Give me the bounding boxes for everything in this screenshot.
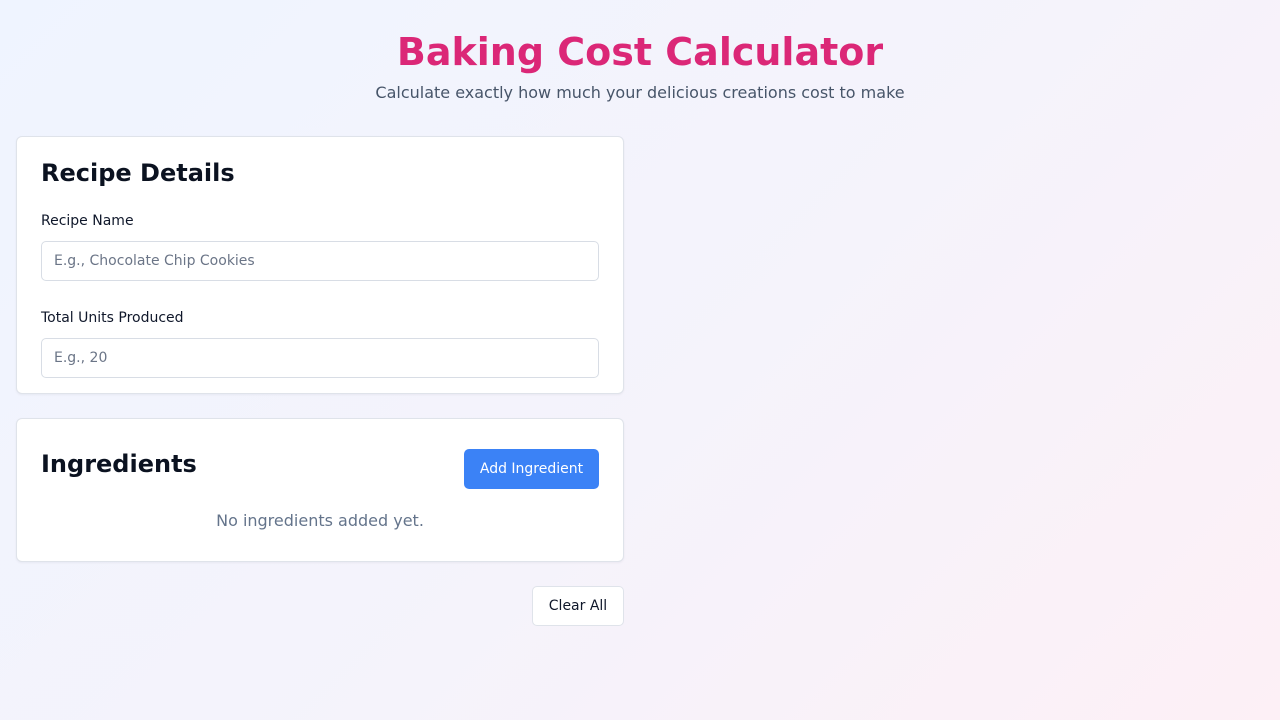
recipe-name-label: Recipe Name xyxy=(41,213,134,229)
page-title: Baking Cost Calculator xyxy=(396,30,884,74)
clear-all-button[interactable]: Clear All xyxy=(532,586,624,626)
ingredients-header: Ingredients Add Ingredient xyxy=(41,443,599,489)
recipe-details-title: Recipe Details xyxy=(41,159,235,187)
ingredients-card: Ingredients Add Ingredient No ingredient… xyxy=(16,418,624,562)
ingredients-empty-message: No ingredients added yet. xyxy=(216,511,424,530)
page-header: Baking Cost Calculator Calculate exactly… xyxy=(0,28,1280,104)
add-ingredient-button[interactable]: Add Ingredient xyxy=(464,449,599,489)
page-subtitle: Calculate exactly how much your deliciou… xyxy=(375,83,905,102)
total-units-input[interactable] xyxy=(41,338,599,378)
recipe-details-card: Recipe Details Recipe Name Total Units P… xyxy=(16,136,624,394)
total-units-label: Total Units Produced xyxy=(41,310,184,326)
recipe-name-input[interactable] xyxy=(41,241,599,281)
ingredients-title: Ingredients xyxy=(41,450,197,478)
